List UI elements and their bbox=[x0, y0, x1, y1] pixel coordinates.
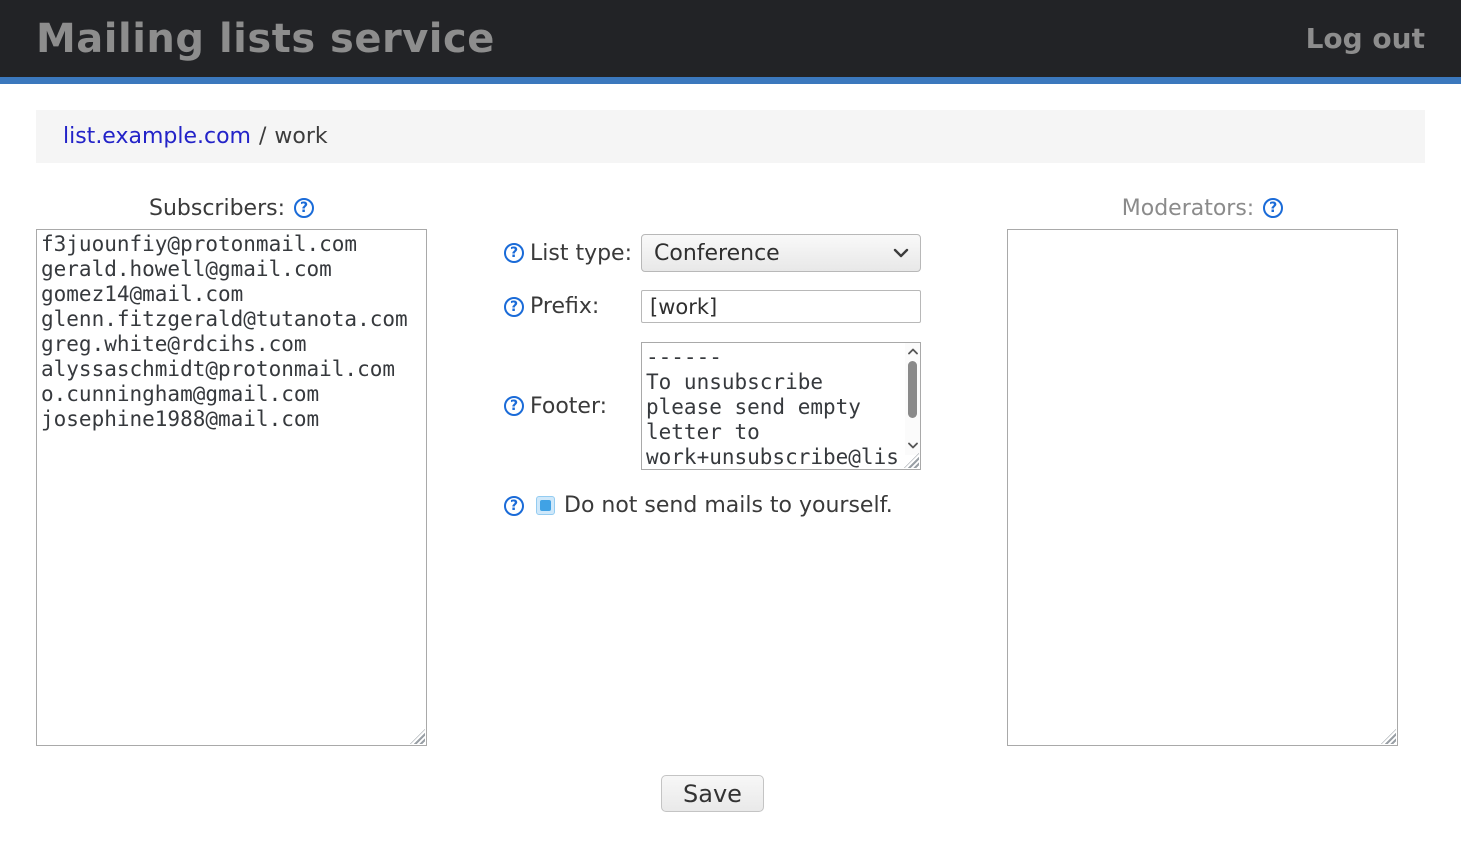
subscribers-panel: Subscribers: ? f3juounfiy@protonmail.com… bbox=[36, 196, 427, 746]
subscribers-help-icon[interactable]: ? bbox=[294, 198, 314, 218]
moderators-help-icon[interactable]: ? bbox=[1263, 198, 1283, 218]
no-self-mail-help-icon[interactable]: ? bbox=[504, 496, 524, 516]
breadcrumb: list.example.com / work bbox=[36, 110, 1425, 163]
prefix-label: Prefix: bbox=[530, 294, 635, 319]
logout-button[interactable]: Log out bbox=[1306, 22, 1425, 55]
prefix-input[interactable] bbox=[641, 290, 921, 323]
no-self-mail-label: Do not send mails to yourself. bbox=[564, 493, 893, 518]
list-type-select[interactable]: Conference bbox=[641, 234, 921, 272]
app-header: Mailing lists service Log out bbox=[0, 0, 1461, 84]
save-row: Save bbox=[504, 775, 921, 812]
scroll-up-icon[interactable] bbox=[907, 345, 918, 357]
prefix-help-icon[interactable]: ? bbox=[504, 297, 524, 317]
subscribers-label: Subscribers: bbox=[149, 196, 285, 221]
no-self-mail-row: ? Do not send mails to yourself. bbox=[504, 493, 921, 518]
footer-label: Footer: bbox=[530, 394, 635, 419]
subscribers-textarea[interactable]: f3juounfiy@protonmail.com gerald.howell@… bbox=[36, 229, 427, 746]
footer-scrollbar[interactable] bbox=[905, 343, 920, 455]
scroll-down-icon[interactable] bbox=[907, 439, 918, 451]
breadcrumb-domain-link[interactable]: list.example.com bbox=[63, 124, 251, 149]
subscribers-label-row: Subscribers: ? bbox=[36, 196, 427, 220]
scrollbar-thumb[interactable] bbox=[908, 361, 917, 418]
list-type-row: ? List type: Conference bbox=[504, 234, 921, 272]
list-type-help-icon[interactable]: ? bbox=[504, 243, 524, 263]
moderators-panel: Moderators: ? bbox=[1007, 196, 1398, 746]
no-self-mail-checkbox[interactable] bbox=[536, 496, 555, 515]
footer-help-icon[interactable]: ? bbox=[504, 396, 524, 416]
save-button[interactable]: Save bbox=[661, 775, 764, 812]
main-content: Subscribers: ? f3juounfiy@protonmail.com… bbox=[0, 196, 1461, 746]
moderators-textarea[interactable] bbox=[1007, 229, 1398, 746]
breadcrumb-separator: / bbox=[259, 124, 266, 149]
prefix-row: ? Prefix: bbox=[504, 290, 921, 323]
list-type-label: List type: bbox=[530, 241, 635, 266]
moderators-label: Moderators: bbox=[1122, 196, 1254, 221]
moderators-label-row: Moderators: ? bbox=[1007, 196, 1398, 220]
footer-row: ? Footer: ------ To unsubscribe please s… bbox=[504, 342, 921, 470]
breadcrumb-current-page: work bbox=[274, 124, 327, 149]
footer-textarea[interactable]: ------ To unsubscribe please send empty … bbox=[641, 342, 921, 470]
list-settings-form: ? List type: Conference ? Prefix: ? Foot… bbox=[504, 196, 921, 518]
app-title: Mailing lists service bbox=[36, 16, 495, 62]
